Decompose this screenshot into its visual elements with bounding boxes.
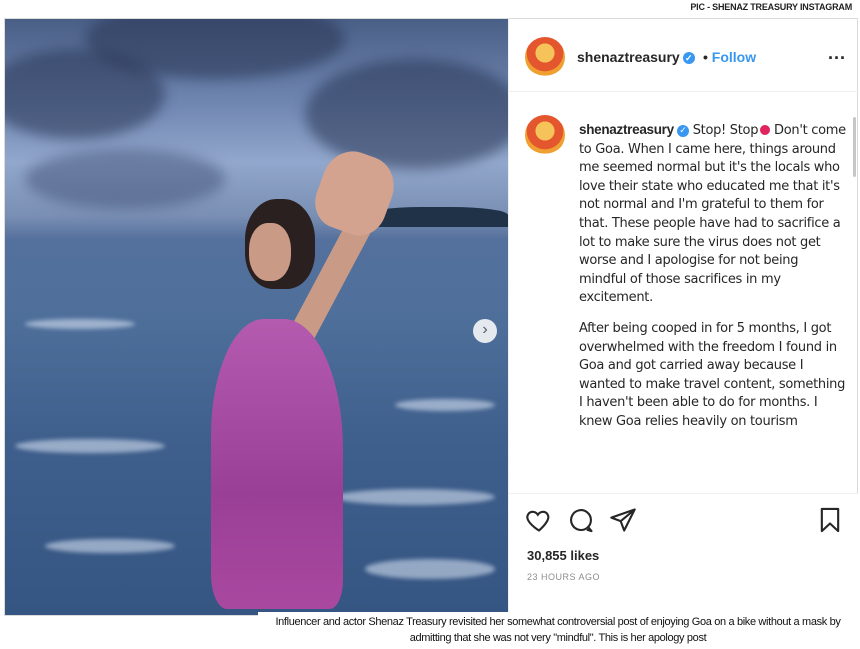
- cloud: [305, 59, 508, 169]
- comment-icon[interactable]: [567, 506, 595, 534]
- wave: [335, 489, 495, 505]
- avatar[interactable]: [525, 37, 565, 77]
- caption-text: Stop! Stop: [692, 123, 759, 138]
- username[interactable]: shenaztreasury ✓: [577, 49, 695, 65]
- post-timestamp[interactable]: 23 HOURS AGO: [527, 572, 600, 582]
- red-circle-emoji: [760, 125, 771, 135]
- bookmark-icon[interactable]: [816, 506, 844, 534]
- follow-button[interactable]: • Follow: [703, 49, 756, 65]
- wave: [365, 559, 495, 579]
- follow-label: Follow: [711, 49, 757, 65]
- cloud: [25, 149, 225, 209]
- face: [249, 223, 291, 281]
- verified-badge-icon: ✓: [682, 52, 695, 64]
- post-actions: 30,855 likes 23 HOURS AGO: [509, 493, 858, 614]
- wave: [15, 439, 165, 453]
- follow-separator: •: [703, 49, 708, 65]
- likes-count[interactable]: 30,855 likes: [527, 548, 599, 563]
- post-photo: ›: [5, 19, 508, 615]
- instagram-post-card: › shenaztreasury ✓ • Follow ... shenaztre…: [4, 18, 858, 616]
- wave: [25, 319, 135, 329]
- caption-avatar[interactable]: [525, 115, 565, 155]
- post-caption: shenaztreasury ✓ Stop! Stop Don't come to…: [579, 121, 849, 493]
- caption-scrollbar[interactable]: [853, 117, 856, 177]
- photo-credit: PIC - SHENAZ TREASURY INSTAGRAM: [690, 2, 852, 12]
- article-photo-caption: Influencer and actor Shenaz Treasury rev…: [258, 612, 858, 649]
- post-header: shenaztreasury ✓ • Follow ...: [509, 19, 858, 92]
- send-icon[interactable]: [609, 506, 637, 534]
- photo-caption-text: Influencer and actor Shenaz Treasury rev…: [275, 616, 841, 644]
- pink-dress: [211, 319, 343, 609]
- more-options-button[interactable]: ...: [828, 43, 846, 64]
- post-side-panel: shenaztreasury ✓ • Follow ... shenaztreas…: [508, 19, 858, 615]
- verified-badge-icon: ✓: [676, 125, 689, 137]
- caption-text: Don't come to Goa. When I came here, thi…: [579, 123, 846, 306]
- caption-text: After being cooped in for 5 months, I go…: [579, 320, 846, 429]
- wave: [395, 399, 495, 411]
- heart-icon[interactable]: [525, 506, 553, 534]
- chevron-right-icon[interactable]: ›: [473, 319, 497, 343]
- wave: [45, 539, 175, 553]
- caption-username[interactable]: shenaztreasury: [579, 122, 674, 137]
